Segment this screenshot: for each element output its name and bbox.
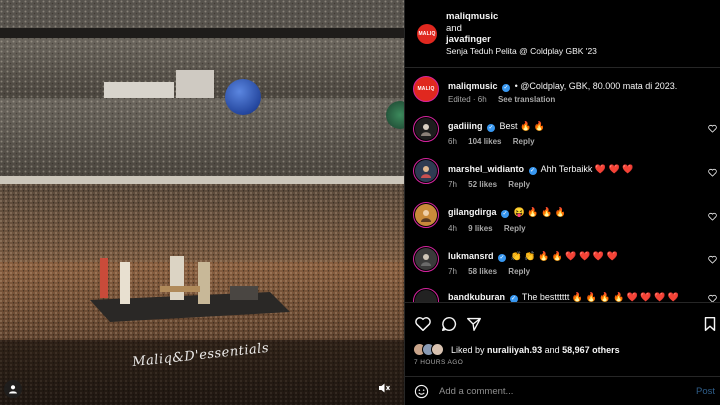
speaker-muted-icon — [379, 383, 390, 393]
post-time-ago[interactable]: 7 HOURS AGO — [414, 359, 463, 366]
mute-button[interactable] — [376, 380, 392, 396]
comment-text-line: marshel_widianto ✓ Ahh Terbaikk ❤️ ❤️ ❤️ — [448, 163, 634, 175]
save-bookmark-icon[interactable] — [701, 315, 719, 333]
comment-meta: 7h 58 likes Reply — [448, 267, 539, 276]
comment-time: 7h — [448, 267, 457, 276]
post-side-panel: MALIQ maliqmusic and javafinger Senja Te… — [404, 0, 720, 405]
comment-meta: 7h 52 likes Reply — [448, 180, 539, 189]
liker-avatars[interactable] — [413, 343, 447, 357]
comment-row: lukmansrd ✓ 👏 👏 🔥 🔥 ❤️ ❤️ ❤️ ❤️ 7h 58 li… — [405, 246, 720, 288]
comment-username[interactable]: lukmansrd — [448, 251, 494, 261]
post-header: MALIQ maliqmusic and javafinger Senja Te… — [405, 0, 720, 68]
caption-edited-time: Edited · 6h — [448, 95, 487, 104]
reply-button[interactable]: Reply — [508, 180, 530, 189]
see-translation-link[interactable]: See translation — [498, 95, 555, 104]
comment-time: 4h — [448, 224, 457, 233]
liked-by-others[interactable]: 58,967 others — [562, 345, 620, 355]
comment-row: marshel_widianto ✓ Ahh Terbaikk ❤️ ❤️ ❤️… — [405, 158, 720, 200]
comment-time: 7h — [448, 180, 457, 189]
comment-username[interactable]: gilangdirga — [448, 207, 497, 217]
comment-likes[interactable]: 58 likes — [468, 267, 497, 276]
verified-icon: ✓ — [487, 124, 496, 132]
comment-text-line: gadiiing ✓ Best 🔥 🔥 — [448, 120, 545, 132]
coauthor-username[interactable]: javafinger — [446, 34, 498, 46]
like-heart-icon[interactable] — [414, 315, 432, 333]
avatar-logo-text: MALIQ — [417, 86, 435, 92]
person-icon — [421, 124, 431, 136]
author-avatar[interactable]: MALIQ — [417, 24, 437, 44]
comment-text: 👏 👏 🔥 🔥 ❤️ ❤️ ❤️ ❤️ — [510, 251, 618, 261]
liker-avatar — [431, 343, 444, 356]
location-label[interactable]: Senja Teduh Pelita @ Coldplay GBK '23 — [446, 46, 597, 56]
comment-meta: 4h 9 likes Reply — [448, 224, 535, 233]
comment-text-line: lukmansrd ✓ 👏 👏 🔥 🔥 ❤️ ❤️ ❤️ ❤️ — [448, 250, 618, 262]
like-comment-heart-icon[interactable] — [708, 255, 717, 264]
commenter-avatar[interactable] — [413, 116, 439, 142]
comment-text: 😝 🔥 🔥 🔥 — [513, 207, 566, 217]
reply-button[interactable]: Reply — [508, 267, 530, 276]
tagged-users-button[interactable] — [4, 380, 22, 398]
person-icon — [421, 210, 431, 222]
comment-meta: 6h 104 likes Reply — [448, 137, 544, 146]
like-comment-heart-icon[interactable] — [708, 212, 717, 221]
author-username[interactable]: maliqmusic — [446, 11, 498, 23]
caption-avatar[interactable]: MALIQ — [413, 76, 439, 102]
concert-stadium-image — [0, 0, 404, 405]
liked-by-prefix: Liked by — [451, 345, 485, 355]
verified-icon: ✓ — [509, 295, 518, 302]
avatar-logo-text: MALIQ — [418, 31, 436, 37]
person-icon — [421, 254, 431, 266]
comment-time: 6h — [448, 137, 457, 146]
like-comment-heart-icon[interactable] — [708, 168, 717, 177]
comments-list[interactable]: MALIQ maliqmusic ✓ • @Coldplay, GBK, 80.… — [405, 68, 720, 302]
collab-authors: maliqmusic and javafinger — [446, 11, 498, 46]
verified-icon: ✓ — [502, 84, 511, 92]
comment-likes[interactable]: 52 likes — [468, 180, 497, 189]
caption-meta: Edited · 6h See translation — [448, 95, 564, 104]
liked-by-summary: Liked by nuraliiyah.93 and 58,967 others — [413, 343, 620, 357]
like-comment-heart-icon[interactable] — [708, 124, 717, 133]
caption-username[interactable]: maliqmusic — [448, 81, 498, 91]
post-comment-button[interactable]: Post — [696, 386, 715, 397]
verified-icon: ✓ — [528, 167, 537, 175]
and-label: and — [446, 22, 462, 34]
comment-row: gadiiing ✓ Best 🔥 🔥 6h 104 likes Reply — [405, 116, 720, 158]
commenter-avatar[interactable] — [413, 202, 439, 228]
verified-icon: ✓ — [501, 210, 510, 218]
commenter-avatar[interactable] — [413, 288, 439, 302]
caption-text-line: maliqmusic ✓ • @Coldplay, GBK, 80.000 ma… — [448, 80, 677, 92]
caption-row: MALIQ maliqmusic ✓ • @Coldplay, GBK, 80.… — [405, 76, 720, 116]
reply-button[interactable]: Reply — [513, 137, 535, 146]
comment-text-line: bandkuburan ✓ The bestttttt 🔥 🔥 🔥 🔥 ❤️ ❤… — [448, 291, 679, 302]
emoji-smiley-icon[interactable] — [414, 384, 429, 399]
comment-text: The bestttttt 🔥 🔥 🔥 🔥 ❤️ ❤️ ❤️ ❤️ — [521, 292, 680, 302]
commenter-avatar[interactable] — [413, 158, 439, 184]
comment-row: bandkuburan ✓ The bestttttt 🔥 🔥 🔥 🔥 ❤️ ❤… — [405, 288, 720, 302]
comment-text: Ahh Terbaikk ❤️ ❤️ ❤️ — [540, 164, 634, 174]
comment-text-line: gilangdirga ✓ 😝 🔥 🔥 🔥 — [448, 206, 566, 218]
comment-text: Best 🔥 🔥 — [499, 121, 545, 131]
post-media-video[interactable]: Maliq&D'essentials — [0, 0, 404, 405]
like-comment-heart-icon[interactable] — [708, 294, 717, 302]
liked-by-user[interactable]: nuraliiyah.93 — [487, 345, 542, 355]
comment-row: gilangdirga ✓ 😝 🔥 🔥 🔥 4h 9 likes Reply — [405, 202, 720, 244]
comment-bubble-icon[interactable] — [440, 315, 458, 333]
add-comment-input[interactable] — [439, 383, 679, 399]
comment-username[interactable]: bandkuburan — [448, 292, 505, 302]
post-actions: Liked by nuraliiyah.93 and 58,967 others… — [405, 302, 720, 404]
comment-username[interactable]: marshel_widianto — [448, 164, 524, 174]
person-icon — [421, 166, 431, 178]
share-paper-plane-icon[interactable] — [465, 315, 483, 333]
comment-likes[interactable]: 9 likes — [468, 224, 492, 233]
add-comment-bar: Post — [405, 376, 720, 405]
comment-username[interactable]: gadiiing — [448, 121, 483, 131]
reply-button[interactable]: Reply — [504, 224, 526, 233]
liked-by-and: and — [544, 345, 560, 355]
comment-likes[interactable]: 104 likes — [468, 137, 501, 146]
user-icon — [9, 385, 17, 394]
caption-text: • @Coldplay, GBK, 80.000 mata di 2023. — [514, 81, 678, 91]
commenter-avatar[interactable] — [413, 246, 439, 272]
verified-icon: ✓ — [498, 254, 507, 262]
